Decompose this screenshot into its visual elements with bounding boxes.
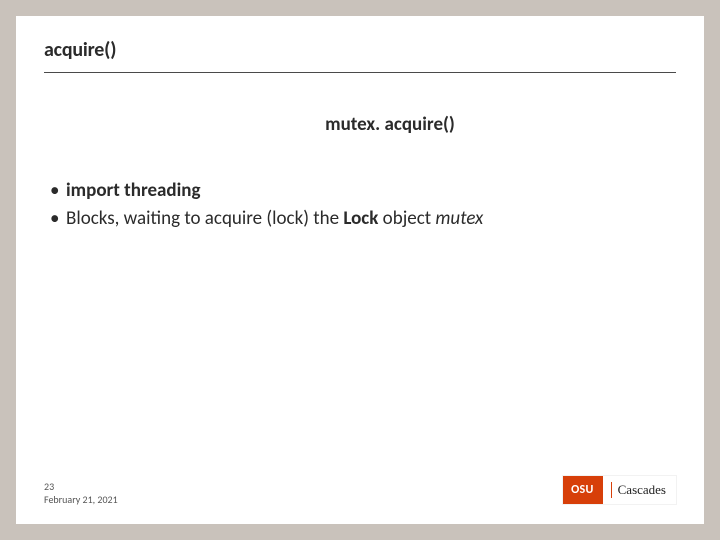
osu-logo-campus-text: Cascades [618, 482, 666, 498]
bullet-text-bold: import threading [66, 179, 201, 202]
page-number: 23 [44, 481, 118, 494]
osu-logo-campus: Cascades [602, 476, 676, 504]
title-rule [44, 72, 676, 73]
osu-logo: OSU Cascades [563, 476, 676, 504]
slide: acquire() mutex. acquire() import thread… [16, 16, 704, 524]
bullet-text: Blocks, waiting to acquire (lock) the [66, 207, 343, 230]
footer: 23 February 21, 2021 [44, 481, 118, 506]
slide-title: acquire() [44, 38, 676, 62]
osu-logo-abbr: OSU [563, 476, 602, 504]
bullet-text-italic: mutex [435, 207, 483, 230]
list-item: import threading [48, 178, 676, 204]
bullet-list: import threading Blocks, waiting to acqu… [44, 178, 676, 232]
logo-divider [611, 482, 612, 499]
list-item: Blocks, waiting to acquire (lock) the Lo… [48, 206, 676, 232]
bullet-text-bold: Lock [343, 207, 378, 230]
footer-date: February 21, 2021 [44, 494, 118, 507]
bullet-text: object [378, 207, 435, 230]
code-subtitle: mutex. acquire() [44, 113, 676, 136]
